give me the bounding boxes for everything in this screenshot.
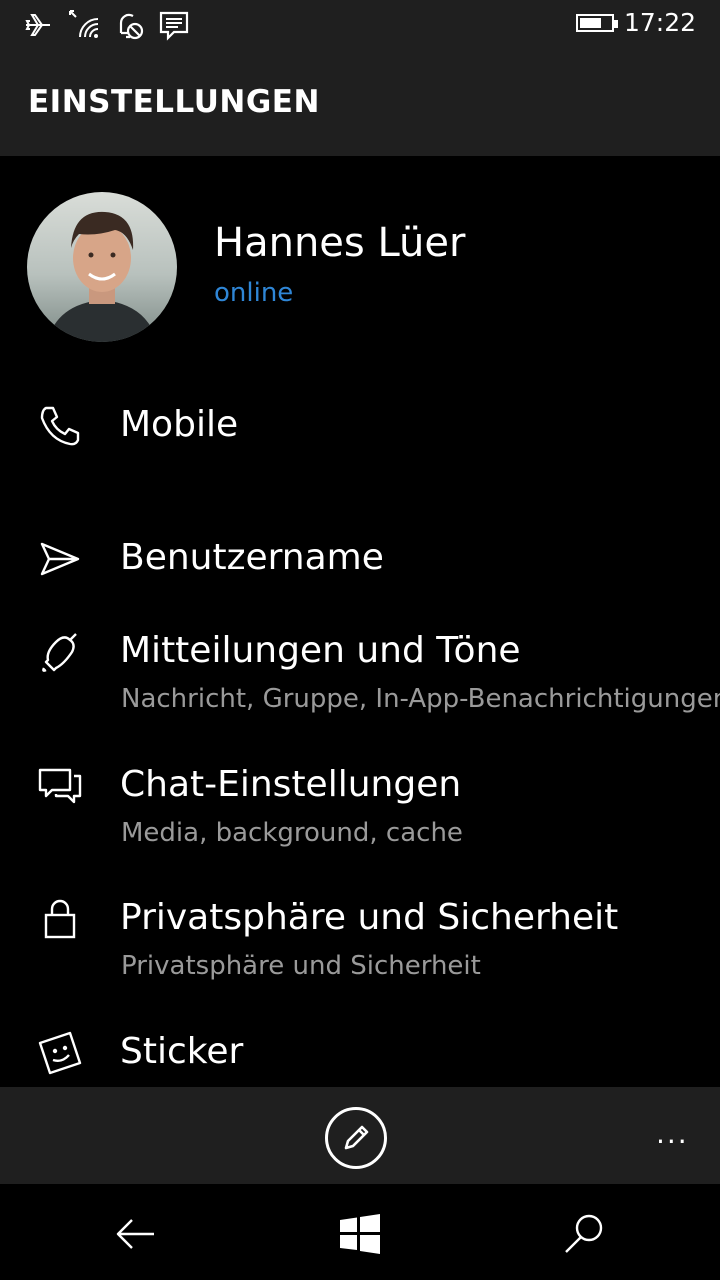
avatar[interactable] xyxy=(27,192,177,342)
setting-username[interactable]: Benutzername xyxy=(0,537,720,637)
setting-description: Privatsphäre und Sicherheit xyxy=(121,951,481,981)
airplane-icon xyxy=(25,14,50,36)
setting-description: Nachricht, Gruppe, In-App-Benachrichtigu… xyxy=(121,684,720,714)
profile-header[interactable]: Hannes Lüer online xyxy=(0,190,720,344)
battery-icon xyxy=(576,14,618,32)
setting-notifications[interactable]: Mitteilungen und Töne Nachricht, Gruppe,… xyxy=(0,630,720,730)
back-icon[interactable] xyxy=(112,1210,160,1258)
setting-description: Media, background, cache xyxy=(121,818,463,848)
edit-button[interactable] xyxy=(325,1107,387,1169)
setting-label: Mobile xyxy=(120,404,239,445)
send-icon xyxy=(40,542,80,576)
wifi-icon xyxy=(69,10,99,38)
title-bar: EINSTELLUNGEN xyxy=(0,50,720,156)
clock: 17:22 xyxy=(623,8,696,37)
page-title: EINSTELLUNGEN xyxy=(28,84,320,120)
setting-label: Benutzername xyxy=(120,537,384,578)
windows-icon[interactable] xyxy=(336,1210,384,1258)
setting-label: Privatsphäre und Sicherheit xyxy=(120,897,619,938)
status-bar: 17:22 xyxy=(0,0,720,50)
quiet-hours-icon xyxy=(119,13,144,40)
avatar-photo xyxy=(27,192,177,342)
battery-level xyxy=(580,18,601,28)
profile-status: online xyxy=(214,278,294,308)
setting-label: Chat-Einstellungen xyxy=(120,764,462,805)
lock-icon xyxy=(44,899,76,939)
setting-mobile[interactable]: Mobile xyxy=(0,404,720,504)
profile-name: Hannes Lüer xyxy=(214,220,466,266)
more-options-button[interactable]: ... xyxy=(656,1117,689,1150)
app-bar: ... xyxy=(0,1087,720,1184)
bell-icon xyxy=(42,633,77,672)
nav-bar xyxy=(0,1184,720,1280)
search-icon[interactable] xyxy=(560,1210,608,1258)
setting-chat[interactable]: Chat-Einstellungen Media, background, ca… xyxy=(0,764,720,864)
setting-label: Sticker xyxy=(120,1031,244,1072)
sticker-icon xyxy=(38,1031,82,1075)
setting-privacy[interactable]: Privatsphäre und Sicherheit Privatsphäre… xyxy=(0,897,720,997)
pencil-icon xyxy=(344,1125,369,1150)
message-icon xyxy=(159,11,189,41)
setting-label: Mitteilungen und Töne xyxy=(120,630,521,671)
chat-icon xyxy=(38,768,82,804)
phone-icon xyxy=(40,406,80,446)
